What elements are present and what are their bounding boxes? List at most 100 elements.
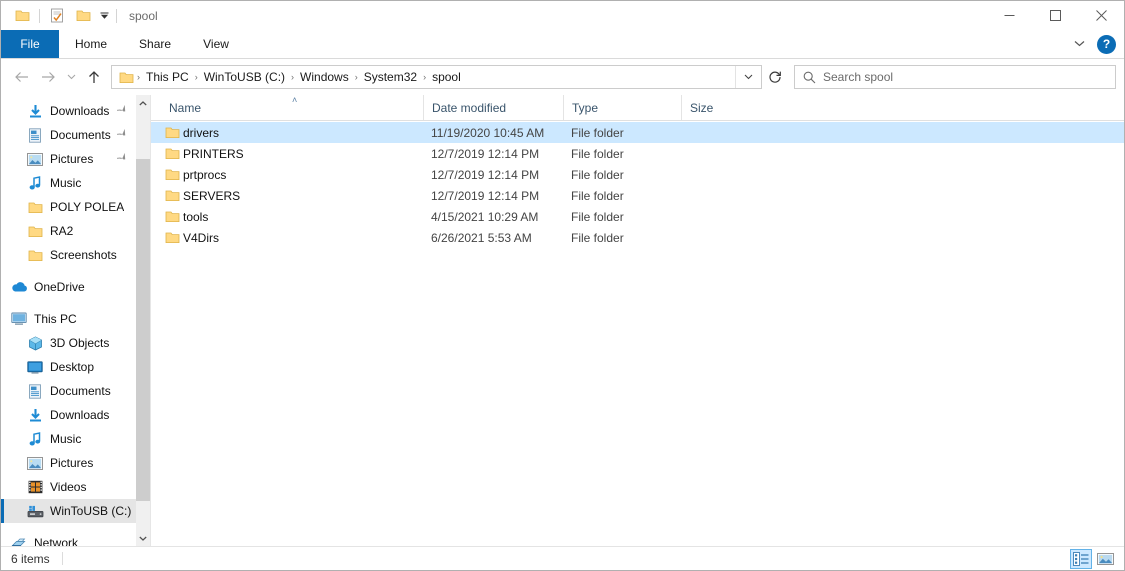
- minimize-button[interactable]: [986, 1, 1032, 30]
- table-row[interactable]: SERVERS 12/7/2019 12:14 PM File folder: [151, 185, 1124, 206]
- sidebar-item-label: OneDrive: [34, 280, 85, 294]
- breadcrumb-item-windows[interactable]: Windows: [295, 66, 354, 88]
- file-name-label: PRINTERS: [183, 146, 244, 161]
- help-icon[interactable]: ?: [1097, 34, 1116, 54]
- properties-icon[interactable]: [44, 4, 70, 28]
- tab-share[interactable]: Share: [123, 30, 187, 58]
- cell-name: prtprocs: [161, 168, 423, 182]
- breadcrumb-item-system32[interactable]: System32: [359, 66, 422, 88]
- sidebar-item-label: Music: [50, 432, 82, 446]
- expand-ribbon-icon[interactable]: [1068, 39, 1091, 49]
- sidebar-item-pictures[interactable]: Pictures: [1, 451, 136, 475]
- file-type-label: File folder: [571, 125, 624, 140]
- breadcrumb-item-wintousb-c[interactable]: WinToUSB (C:): [199, 66, 290, 88]
- scrollbar-thumb[interactable]: [136, 159, 150, 501]
- sidebar-item-desktop[interactable]: Desktop: [1, 355, 136, 379]
- nav-group-spacer: [1, 523, 136, 531]
- sidebar-item-videos[interactable]: Videos: [1, 475, 136, 499]
- column-header-name[interactable]: Name ˄: [161, 95, 423, 120]
- quick-access-dropdown-icon[interactable]: [96, 5, 112, 27]
- large-icons-view-icon[interactable]: [1094, 549, 1116, 569]
- search-input[interactable]: Search spool: [794, 65, 1116, 89]
- file-date-label: 12/7/2019 12:14 PM: [431, 146, 540, 161]
- sidebar-item-onedrive[interactable]: OneDrive: [1, 275, 136, 299]
- sidebar-item-label: Downloads: [50, 408, 110, 422]
- download-arrow-icon: [25, 407, 45, 423]
- scrollbar-track[interactable]: [136, 111, 150, 530]
- back-button[interactable]: [9, 64, 35, 90]
- file-name-label: SERVERS: [183, 188, 241, 203]
- column-header-size[interactable]: Size: [681, 95, 761, 120]
- address-bar: › This PC › WinToUSB (C:) › Windows › Sy…: [1, 59, 1124, 95]
- search-placeholder: Search spool: [823, 70, 894, 84]
- sidebar-item-screenshots[interactable]: Screenshots: [1, 243, 136, 267]
- file-date-label: 12/7/2019 12:14 PM: [431, 167, 540, 182]
- sidebar-item-label: WinToUSB (C:): [50, 504, 132, 518]
- scroll-up-icon[interactable]: [136, 95, 150, 111]
- table-row[interactable]: V4Dirs 6/26/2021 5:53 AM File folder: [151, 227, 1124, 248]
- recent-locations-icon[interactable]: [61, 64, 81, 90]
- cell-name: tools: [161, 210, 423, 224]
- sidebar-item-label: This PC: [34, 312, 77, 326]
- navigation-pane: Downloads Documents Pictures Music POLY POLE…: [1, 95, 151, 546]
- table-row[interactable]: drivers 11/19/2020 10:45 AM File folder: [151, 122, 1124, 143]
- nav-group-spacer: [1, 299, 136, 307]
- sidebar-item-downloads[interactable]: Downloads: [1, 99, 136, 123]
- sidebar-item-poly-polea[interactable]: POLY POLEA: [1, 195, 136, 219]
- forward-button[interactable]: [35, 64, 61, 90]
- sidebar-item-network[interactable]: Network: [1, 531, 136, 546]
- maximize-button[interactable]: [1032, 1, 1078, 30]
- column-header-date-modified[interactable]: Date modified: [423, 95, 563, 120]
- scroll-down-icon[interactable]: [136, 530, 150, 546]
- file-type-label: File folder: [571, 146, 624, 161]
- monitor-icon: [9, 311, 29, 327]
- breadcrumb[interactable]: › This PC › WinToUSB (C:) › Windows › Sy…: [111, 65, 762, 89]
- network-icon: [9, 535, 29, 546]
- breadcrumb-folder-icon: [116, 71, 136, 84]
- tab-file[interactable]: File: [1, 30, 59, 58]
- drive-icon: [25, 503, 45, 519]
- sidebar-item-music[interactable]: Music: [1, 171, 136, 195]
- sidebar-item-music[interactable]: Music: [1, 427, 136, 451]
- sidebar-item-documents[interactable]: Documents: [1, 123, 136, 147]
- sidebar-item-this-pc[interactable]: This PC: [1, 307, 136, 331]
- tab-view[interactable]: View: [187, 30, 245, 58]
- explorer-window: spool File Home Share View ? › This PC ›…: [0, 0, 1125, 571]
- column-header-type[interactable]: Type: [563, 95, 681, 120]
- breadcrumb-item-this-pc[interactable]: This PC: [141, 66, 194, 88]
- sidebar-item-label: RA2: [50, 224, 74, 238]
- sidebar-item-ra2[interactable]: RA2: [1, 219, 136, 243]
- folder-icon: [161, 231, 183, 244]
- sidebar-item-pictures[interactable]: Pictures: [1, 147, 136, 171]
- pin-icon[interactable]: [114, 150, 131, 168]
- tab-home[interactable]: Home: [59, 30, 123, 58]
- sidebar-item-documents[interactable]: Documents: [1, 379, 136, 403]
- sidebar-scrollbar[interactable]: [136, 95, 150, 546]
- table-row[interactable]: PRINTERS 12/7/2019 12:14 PM File folder: [151, 143, 1124, 164]
- table-row[interactable]: prtprocs 12/7/2019 12:14 PM File folder: [151, 164, 1124, 185]
- pin-icon[interactable]: [114, 126, 131, 144]
- file-rows: drivers 11/19/2020 10:45 AM File folder PRI…: [151, 121, 1124, 546]
- table-row[interactable]: tools 4/15/2021 10:29 AM File folder: [151, 206, 1124, 227]
- search-icon: [795, 71, 823, 84]
- close-button[interactable]: [1078, 1, 1124, 30]
- details-view-icon[interactable]: [1070, 548, 1092, 569]
- folder-icon: [161, 147, 183, 160]
- sidebar-item-label: Music: [50, 176, 82, 190]
- sidebar-item-3d-objects[interactable]: 3D Objects: [1, 331, 136, 355]
- sidebar-item-wintousb-c[interactable]: WinToUSB (C:): [1, 499, 136, 523]
- window-controls: [986, 1, 1124, 30]
- breadcrumb-dropdown-icon[interactable]: [735, 66, 761, 88]
- new-folder-icon[interactable]: [70, 4, 96, 28]
- breadcrumb-item-spool[interactable]: spool: [427, 66, 466, 88]
- sidebar-item-downloads[interactable]: Downloads: [1, 403, 136, 427]
- sidebar-item-label: Documents: [50, 384, 111, 398]
- folder-icon: [161, 168, 183, 181]
- pin-icon[interactable]: [114, 102, 131, 120]
- refresh-button[interactable]: [762, 65, 788, 89]
- up-button[interactable]: [81, 64, 107, 90]
- folder-icon[interactable]: [9, 4, 35, 28]
- file-name-label: V4Dirs: [183, 230, 220, 245]
- file-list-pane: Name ˄ Date modified Type Size drivers 11…: [151, 95, 1124, 546]
- cell-name: SERVERS: [161, 189, 423, 203]
